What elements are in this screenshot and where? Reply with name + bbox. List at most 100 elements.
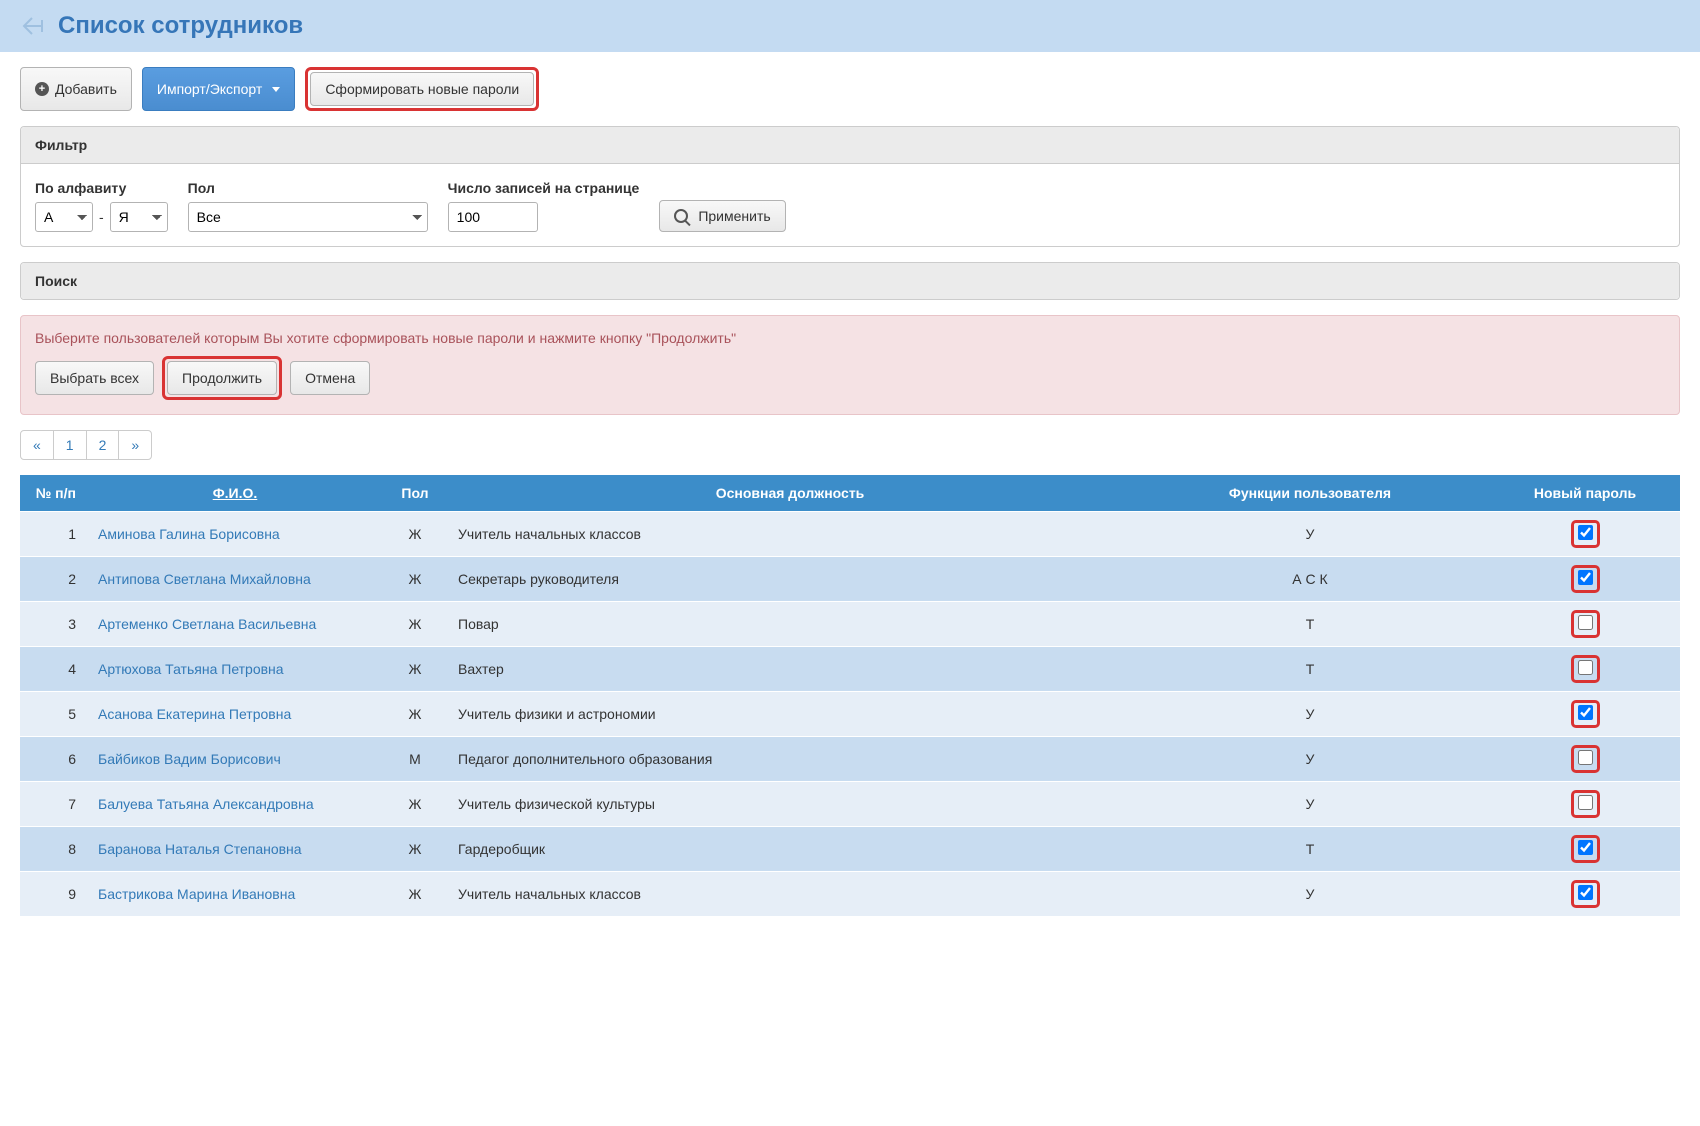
add-button-label: Добавить: [55, 81, 117, 97]
records-input[interactable]: [448, 202, 538, 232]
th-fio[interactable]: Ф.И.О.: [90, 475, 380, 512]
search-panel-title[interactable]: Поиск: [21, 263, 1679, 299]
filter-panel-title: Фильтр: [21, 127, 1679, 164]
checkbox-highlight: [1571, 835, 1600, 863]
page-next[interactable]: »: [118, 430, 152, 460]
cell-num: 5: [20, 692, 90, 737]
employee-link[interactable]: Баранова Наталья Степановна: [98, 841, 302, 857]
cell-newpass: [1490, 872, 1680, 917]
table-row: 9Бастрикова Марина ИвановнаЖУчитель нача…: [20, 872, 1680, 917]
newpass-checkbox[interactable]: [1578, 840, 1593, 855]
employee-link[interactable]: Аминова Галина Борисовна: [98, 526, 280, 542]
cell-newpass: [1490, 557, 1680, 602]
cell-position: Учитель физической культуры: [450, 782, 1130, 827]
newpass-checkbox[interactable]: [1578, 660, 1593, 675]
highlight-generate-passwords: Сформировать новые пароли: [305, 67, 539, 111]
cell-gender: Ж: [380, 512, 450, 557]
cell-name: Байбиков Вадим Борисович: [90, 737, 380, 782]
cell-name: Бастрикова Марина Ивановна: [90, 872, 380, 917]
page-title: Список сотрудников: [58, 12, 303, 40]
cell-newpass: [1490, 647, 1680, 692]
cell-position: Вахтер: [450, 647, 1130, 692]
cell-num: 1: [20, 512, 90, 557]
table-row: 2Антипова Светлана МихайловнаЖСекретарь …: [20, 557, 1680, 602]
employee-link[interactable]: Антипова Светлана Михайловна: [98, 571, 311, 587]
employee-link[interactable]: Асанова Екатерина Петровна: [98, 706, 291, 722]
import-export-label: Импорт/Экспорт: [157, 81, 262, 97]
alpha-from-select[interactable]: А: [35, 202, 93, 232]
generate-passwords-label: Сформировать новые пароли: [325, 81, 519, 97]
page-prev[interactable]: «: [20, 430, 54, 460]
cell-position: Учитель физики и астрономии: [450, 692, 1130, 737]
cell-functions: У: [1130, 512, 1490, 557]
cell-gender: Ж: [380, 782, 450, 827]
th-position: Основная должность: [450, 475, 1130, 512]
th-gender: Пол: [380, 475, 450, 512]
cancel-button[interactable]: Отмена: [290, 361, 370, 395]
newpass-checkbox[interactable]: [1578, 885, 1593, 900]
checkbox-highlight: [1571, 610, 1600, 638]
table-row: 5Асанова Екатерина ПетровнаЖУчитель физи…: [20, 692, 1680, 737]
gender-select[interactable]: Все: [188, 202, 428, 232]
cell-functions: Т: [1130, 602, 1490, 647]
checkbox-highlight: [1571, 880, 1600, 908]
checkbox-highlight: [1571, 745, 1600, 773]
cell-newpass: [1490, 692, 1680, 737]
continue-button[interactable]: Продолжить: [167, 361, 277, 395]
newpass-checkbox[interactable]: [1578, 570, 1593, 585]
search-panel: Поиск: [20, 262, 1680, 300]
generate-passwords-button[interactable]: Сформировать новые пароли: [310, 72, 534, 106]
table-row: 6Байбиков Вадим БорисовичМПедагог дополн…: [20, 737, 1680, 782]
cell-position: Учитель начальных классов: [450, 872, 1130, 917]
page-2[interactable]: 2: [86, 430, 120, 460]
alert-panel: Выберите пользователей которым Вы хотите…: [20, 315, 1680, 415]
import-export-button[interactable]: Импорт/Экспорт: [142, 67, 295, 111]
chevron-down-icon: [272, 87, 280, 92]
cell-gender: Ж: [380, 647, 450, 692]
employee-link[interactable]: Байбиков Вадим Борисович: [98, 751, 281, 767]
add-button[interactable]: + Добавить: [20, 67, 132, 111]
newpass-checkbox[interactable]: [1578, 795, 1593, 810]
cell-position: Гардеробщик: [450, 827, 1130, 872]
select-all-button[interactable]: Выбрать всех: [35, 361, 154, 395]
newpass-checkbox[interactable]: [1578, 705, 1593, 720]
cell-position: Педагог дополнительного образования: [450, 737, 1130, 782]
cell-name: Антипова Светлана Михайловна: [90, 557, 380, 602]
page-header: Список сотрудников: [0, 0, 1700, 52]
cell-num: 2: [20, 557, 90, 602]
cell-functions: У: [1130, 872, 1490, 917]
employees-table: № п/п Ф.И.О. Пол Основная должность Функ…: [20, 475, 1680, 916]
toolbar: + Добавить Импорт/Экспорт Сформировать н…: [20, 67, 1680, 111]
employee-link[interactable]: Артюхова Татьяна Петровна: [98, 661, 284, 677]
employee-link[interactable]: Балуева Татьяна Александровна: [98, 796, 314, 812]
checkbox-highlight: [1571, 790, 1600, 818]
cell-functions: У: [1130, 737, 1490, 782]
cell-functions: У: [1130, 782, 1490, 827]
table-row: 7Балуева Татьяна АлександровнаЖУчитель ф…: [20, 782, 1680, 827]
cell-num: 9: [20, 872, 90, 917]
cell-position: Секретарь руководителя: [450, 557, 1130, 602]
back-icon[interactable]: [20, 14, 48, 38]
checkbox-highlight: [1571, 655, 1600, 683]
employee-link[interactable]: Бастрикова Марина Ивановна: [98, 886, 295, 902]
gender-label: Пол: [188, 180, 428, 196]
highlight-continue: Продолжить: [162, 356, 282, 400]
cell-position: Учитель начальных классов: [450, 512, 1130, 557]
apply-label: Применить: [698, 208, 770, 224]
newpass-checkbox[interactable]: [1578, 750, 1593, 765]
cell-name: Аминова Галина Борисовна: [90, 512, 380, 557]
alpha-to-select[interactable]: Я: [110, 202, 168, 232]
cell-newpass: [1490, 827, 1680, 872]
cell-functions: А С К: [1130, 557, 1490, 602]
cell-name: Баранова Наталья Степановна: [90, 827, 380, 872]
cell-newpass: [1490, 602, 1680, 647]
newpass-checkbox[interactable]: [1578, 615, 1593, 630]
cell-functions: Т: [1130, 827, 1490, 872]
th-num: № п/п: [20, 475, 90, 512]
apply-button[interactable]: Применить: [659, 200, 785, 232]
employee-link[interactable]: Артеменко Светлана Васильевна: [98, 616, 316, 632]
newpass-checkbox[interactable]: [1578, 525, 1593, 540]
cell-name: Балуева Татьяна Александровна: [90, 782, 380, 827]
cell-position: Повар: [450, 602, 1130, 647]
page-1[interactable]: 1: [53, 430, 87, 460]
